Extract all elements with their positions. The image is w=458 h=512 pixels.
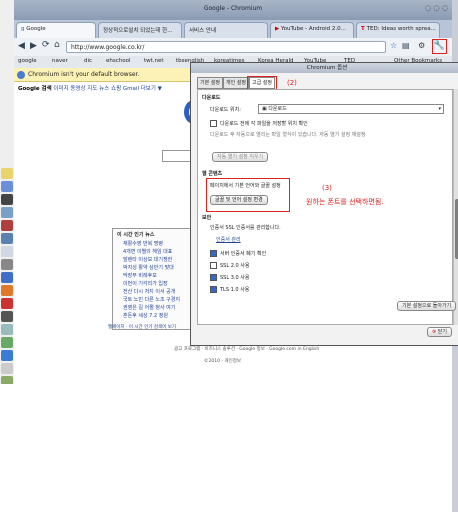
close-button[interactable]: ⊗ 닫기: [427, 327, 452, 337]
app-icon[interactable]: [1, 298, 13, 309]
chevron-down-icon: ▾: [438, 106, 441, 112]
annotation-3: (3): [322, 184, 332, 192]
app-icon[interactable]: [1, 194, 13, 205]
copyright: ©2010 - 개인정보: [204, 359, 241, 364]
app-icon[interactable]: [1, 207, 13, 218]
page-menu-icon[interactable]: ▤: [402, 41, 410, 50]
ssl-label: 인증서 SSL 인증서를 관리합니다.: [210, 225, 281, 231]
home-icon[interactable]: ⌂: [54, 40, 60, 50]
app-icon[interactable]: [1, 337, 13, 348]
star-icon[interactable]: ☆: [390, 41, 397, 50]
highlight-box: [247, 76, 277, 90]
options-dialog: Chromium 옵션 기본 설정 개인 설정 고급 설정 (2) 다운로드 다…: [190, 62, 458, 346]
desktop-background: [0, 384, 452, 512]
font-settings-button[interactable]: 글꼴 및 언어 설정 변경: [210, 195, 268, 205]
reset-auto-open-button[interactable]: 자동 열기 설정 지우기: [212, 152, 269, 162]
tools-menu-icon[interactable]: ⚙: [418, 41, 425, 50]
checkbox[interactable]: [210, 262, 217, 269]
app-icon[interactable]: [1, 285, 13, 296]
nav-search[interactable]: Google 검색: [18, 86, 52, 92]
download-location-select[interactable]: ▣ 다운로드 ▾: [258, 104, 444, 114]
address-bar[interactable]: http://www.google.co.kr/: [66, 41, 386, 53]
tab-service[interactable]: 서비스 안내: [184, 22, 268, 38]
app-icon[interactable]: [1, 246, 13, 257]
chromium-icon: [17, 71, 25, 79]
app-icon[interactable]: [1, 324, 13, 335]
section-security: 보안: [202, 215, 212, 221]
tab-basics[interactable]: 기본 설정: [197, 77, 223, 89]
nav-gmail[interactable]: Gmail: [123, 86, 139, 92]
tab-google[interactable]: g Google: [16, 22, 96, 38]
app-icon[interactable]: [1, 311, 13, 322]
app-icon[interactable]: [1, 363, 13, 374]
nav-more[interactable]: 더보기 ▼: [141, 86, 162, 92]
app-icon[interactable]: [1, 233, 13, 244]
tab-personal[interactable]: 개인 설정: [223, 77, 249, 89]
section-download: 다운로드: [202, 95, 221, 101]
dialog-content: 다운로드 다운로드 위치: ▣ 다운로드 ▾ 다운로드 전에 각 파일을 저장할…: [197, 89, 453, 325]
checkbox[interactable]: [210, 286, 217, 293]
checkbox[interactable]: [210, 120, 217, 127]
annotation-3-text: 원하는 폰트를 선택하면됨.: [306, 198, 384, 206]
annotation-2: (2): [287, 79, 297, 87]
bookmark-item[interactable]: naver: [52, 58, 68, 64]
nav-images[interactable]: 이미지: [53, 86, 68, 92]
window-controls[interactable]: ◌ ◌ ◌: [425, 4, 448, 12]
nav-video[interactable]: 동영상: [70, 86, 85, 92]
app-icon[interactable]: [1, 168, 13, 179]
checkbox[interactable]: [210, 250, 217, 257]
bookmark-item[interactable]: ehschool: [106, 58, 131, 64]
bookmark-item[interactable]: google: [18, 58, 37, 64]
section-web-content: 웹 콘텐츠: [202, 171, 223, 177]
dialog-title: Chromium 옵션: [191, 63, 458, 73]
manage-certificates-link[interactable]: 인증서 관리: [216, 236, 241, 243]
tab-ted[interactable]: T TED: Ideas worth sprea...: [356, 22, 440, 38]
check-ssl3[interactable]: SSL 3.0 사용: [210, 274, 249, 281]
download-location-label: 다운로드 위치:: [210, 107, 241, 113]
tab-youtube[interactable]: ▶ YouTube - Android 2.0...: [270, 22, 354, 38]
auto-open-text: 다운로드 후 자동으로 열리는 파일 형식이 있습니다. 자동 열기 설정 재설…: [210, 132, 366, 138]
font-description: 페이지에서 기본 언어와 글꼴 설정: [210, 183, 281, 189]
back-icon[interactable]: ◀: [18, 41, 25, 51]
infobar-text: Chromium isn't your default browser.: [28, 71, 140, 78]
bookmark-item[interactable]: twt.net: [144, 58, 164, 64]
window-title: Google - Chromium: [203, 5, 263, 12]
ask-location-checkbox[interactable]: 다운로드 전에 각 파일을 저장할 위치 확인: [210, 120, 308, 127]
bookmark-item[interactable]: dic: [84, 58, 92, 64]
tab-strip: g Google 정상적으로설치 되었는데 한... 서비스 안내 ▶ YouT…: [14, 20, 452, 38]
reload-icon[interactable]: ⟳: [42, 40, 50, 50]
app-icon[interactable]: [1, 181, 13, 192]
app-icon[interactable]: [1, 350, 13, 361]
google-nav: Google 검색 이미지 동영상 지도 뉴스 쇼핑 Gmail 더보기 ▼: [18, 84, 188, 94]
check-tls1[interactable]: TLS 1.0 사용: [210, 286, 249, 293]
reset-defaults-button[interactable]: 기본 설정으로 돌아가기: [397, 301, 457, 311]
forward-icon[interactable]: ▶: [30, 41, 37, 51]
wrench-icon[interactable]: 🔧: [432, 39, 447, 54]
nav-news[interactable]: 뉴스: [99, 86, 109, 92]
browser-window: Google - Chromium ◌ ◌ ◌ g Google 정상적으로설치…: [14, 0, 458, 384]
checkbox[interactable]: [210, 274, 217, 281]
app-icon[interactable]: [1, 259, 13, 270]
panel-footer[interactable]: 웹페이지 · 이 시간 인기 검색어 보기: [108, 324, 176, 330]
footer-links[interactable]: 광고 프로그램 · 비즈니스 솔루션 · Google 정보 · Google.…: [174, 346, 319, 352]
title-bar: Google - Chromium ◌ ◌ ◌: [14, 0, 452, 20]
nav-shopping[interactable]: 쇼핑: [111, 86, 121, 92]
check-ssl2[interactable]: SSL 2.0 사용: [210, 262, 249, 269]
check-revocation[interactable]: 서버 인증서 폐기 확인: [210, 250, 266, 257]
toolbar: ◀ ▶ ⟳ ⌂ http://www.google.co.kr/ ☆ ▤ ⚙ 🔧: [14, 38, 452, 57]
app-icon[interactable]: [1, 220, 13, 231]
tab-page[interactable]: 정상적으로설치 되었는데 한...: [98, 22, 182, 38]
app-icon[interactable]: [1, 272, 13, 283]
nav-maps[interactable]: 지도: [87, 86, 97, 92]
dialog-scrollbar[interactable]: [453, 89, 458, 325]
